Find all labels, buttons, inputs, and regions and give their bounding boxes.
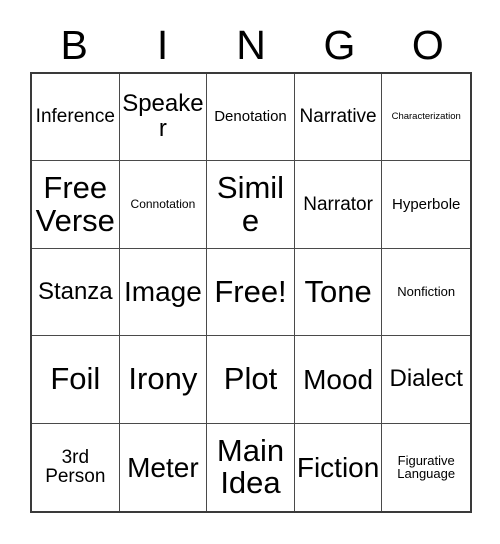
- bingo-cell-label: Free Verse: [35, 170, 115, 238]
- bingo-cell-label: Narrative: [299, 106, 377, 128]
- bingo-cell[interactable]: Speaker: [119, 74, 208, 162]
- bingo-cell[interactable]: Connotation: [119, 161, 208, 249]
- bingo-cell-label: Speaker: [122, 90, 204, 143]
- bingo-cell-label: Nonfiction: [397, 284, 456, 300]
- bingo-cell[interactable]: Narrator: [294, 161, 383, 249]
- bingo-header: BINGO: [30, 18, 472, 72]
- bingo-cell-label: Mood: [303, 363, 374, 395]
- bingo-header-letter-i: I: [156, 21, 169, 68]
- bingo-cell[interactable]: Denotation: [207, 74, 295, 162]
- bingo-cell[interactable]: Meter: [119, 423, 208, 511]
- bingo-header-letter-b: B: [60, 21, 88, 68]
- bingo-cell[interactable]: Simile: [207, 161, 295, 249]
- bingo-cell[interactable]: Hyperbole: [382, 161, 470, 249]
- bingo-header-letter-o: O: [411, 21, 444, 68]
- bingo-cell-label: Free!: [214, 273, 287, 309]
- bingo-cell[interactable]: Irony: [119, 336, 208, 424]
- bingo-cell-free-space[interactable]: Free!: [207, 248, 295, 337]
- bingo-cell[interactable]: Inference: [32, 74, 120, 162]
- bingo-cell[interactable]: Plot: [207, 336, 295, 424]
- bingo-cell[interactable]: Tone: [294, 248, 383, 337]
- bingo-header-letter-n: N: [236, 21, 266, 68]
- bingo-cell[interactable]: Mood: [294, 336, 383, 424]
- bingo-cell-label: Simile: [216, 170, 285, 238]
- bingo-cell[interactable]: Main Idea: [207, 423, 295, 511]
- bingo-cell[interactable]: Narrative: [294, 74, 383, 162]
- bingo-cell-label: Narrator: [303, 193, 373, 215]
- bingo-cell[interactable]: Stanza: [32, 248, 120, 337]
- bingo-cell-label: Tone: [304, 273, 372, 309]
- bingo-cell[interactable]: Free Verse: [32, 161, 120, 249]
- bingo-cell-label: Figurative Language: [397, 452, 456, 482]
- bingo-cell[interactable]: Figurative Language: [382, 423, 470, 511]
- bingo-cell[interactable]: Characterization: [382, 74, 470, 162]
- bingo-cell-label: Stanza: [37, 277, 113, 305]
- bingo-cell-label: Denotation: [214, 108, 287, 126]
- bingo-cell[interactable]: Foil: [32, 336, 120, 424]
- bingo-cell-label: Inference: [35, 106, 115, 128]
- bingo-cell[interactable]: Fiction: [294, 423, 383, 511]
- bingo-cell-label: Meter: [127, 451, 199, 483]
- bingo-cell[interactable]: Dialect: [382, 336, 470, 424]
- bingo-card: B I N G O Inference Speaker Denotation Narrativ…: [0, 0, 500, 544]
- bingo-cell[interactable]: Nonfiction: [382, 248, 470, 337]
- bingo-cell-label: Irony: [128, 361, 198, 397]
- bingo-cell-label: Characterization: [391, 111, 461, 123]
- bingo-grid: Inference Speaker Denotation Narrative Chara…: [30, 72, 472, 513]
- bingo-cell-label: Dialect: [389, 364, 463, 392]
- bingo-cell-label: Main Idea: [216, 433, 285, 501]
- bingo-cell-label: Foil: [50, 361, 101, 397]
- bingo-cell-label: Connotation: [130, 197, 196, 212]
- bingo-cell-label: Plot: [223, 361, 278, 397]
- bingo-cell[interactable]: Image: [119, 248, 208, 337]
- bingo-cell-label: Fiction: [296, 451, 380, 483]
- bingo-cell-label: Hyperbole: [392, 195, 461, 213]
- bingo-cell-label: 3rd Person: [45, 446, 106, 488]
- bingo-header-letter-g: G: [323, 21, 356, 68]
- bingo-cell-label: Image: [123, 276, 202, 308]
- bingo-cell[interactable]: 3rd Person: [32, 423, 120, 511]
